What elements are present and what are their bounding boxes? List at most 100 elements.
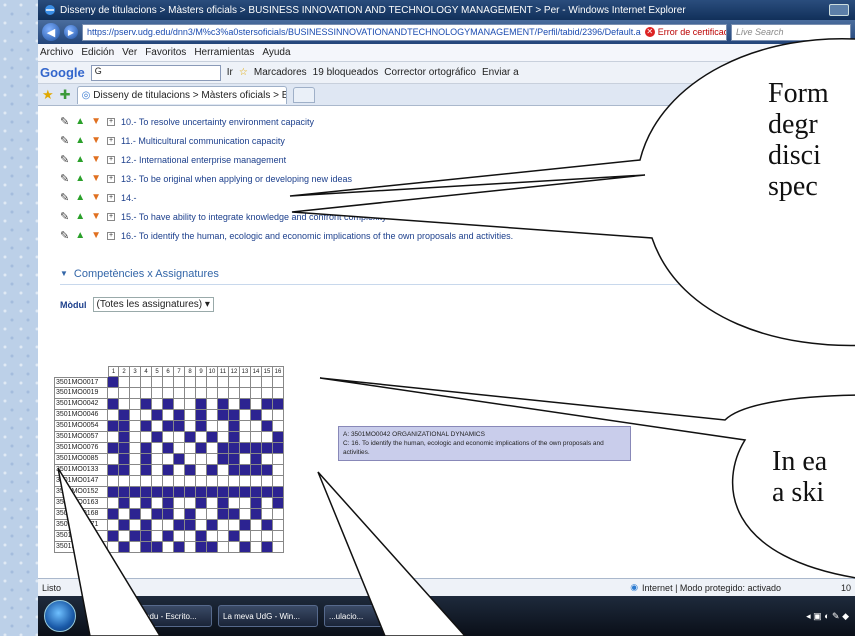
matrix-cell-filled[interactable] bbox=[196, 487, 207, 498]
matrix-cell-filled[interactable] bbox=[251, 498, 262, 509]
matrix-cell-empty[interactable] bbox=[218, 531, 229, 542]
matrix-cell-filled[interactable] bbox=[229, 410, 240, 421]
matrix-cell-filled[interactable] bbox=[141, 520, 152, 531]
matrix-cell-empty[interactable] bbox=[240, 509, 251, 520]
move-down-icon[interactable]: ▼ bbox=[91, 192, 101, 203]
matrix-cell-empty[interactable] bbox=[185, 443, 196, 454]
matrix-cell-empty[interactable] bbox=[251, 520, 262, 531]
matrix-cell-empty[interactable] bbox=[185, 410, 196, 421]
matrix-cell-filled[interactable] bbox=[163, 531, 174, 542]
move-up-icon[interactable]: ▲ bbox=[75, 230, 85, 241]
matrix-cell-empty[interactable] bbox=[196, 377, 207, 388]
matrix-cell-filled[interactable] bbox=[229, 454, 240, 465]
matrix-cell-empty[interactable] bbox=[229, 388, 240, 399]
menu-edicion[interactable]: Edición bbox=[81, 47, 114, 58]
matrix-cell-empty[interactable] bbox=[196, 465, 207, 476]
matrix-cell-empty[interactable] bbox=[207, 421, 218, 432]
matrix-cell-empty[interactable] bbox=[108, 476, 119, 487]
matrix-cell-empty[interactable] bbox=[207, 443, 218, 454]
matrix-cell-empty[interactable] bbox=[207, 399, 218, 410]
send-to-button[interactable]: Enviar a bbox=[482, 67, 519, 78]
matrix-cell-filled[interactable] bbox=[141, 421, 152, 432]
new-tab-button[interactable] bbox=[292, 86, 315, 103]
matrix-cell-empty[interactable] bbox=[163, 520, 174, 531]
matrix-cell-empty[interactable] bbox=[196, 388, 207, 399]
move-down-icon[interactable]: ▼ bbox=[91, 116, 101, 127]
matrix-cell-empty[interactable] bbox=[174, 432, 185, 443]
move-down-icon[interactable]: ▼ bbox=[91, 154, 101, 165]
matrix-cell-filled[interactable] bbox=[130, 509, 141, 520]
matrix-cell-filled[interactable] bbox=[273, 399, 284, 410]
edit-pencil-icon[interactable]: ✎ bbox=[60, 229, 69, 242]
matrix-cell-empty[interactable] bbox=[119, 388, 130, 399]
star-icon[interactable]: ☆ bbox=[239, 67, 248, 78]
matrix-cell-empty[interactable] bbox=[174, 509, 185, 520]
matrix-cell-filled[interactable] bbox=[251, 443, 262, 454]
matrix-cell-empty[interactable] bbox=[207, 454, 218, 465]
competence-label[interactable]: 14.- bbox=[121, 193, 137, 203]
matrix-cell-filled[interactable] bbox=[185, 465, 196, 476]
matrix-cell-empty[interactable] bbox=[240, 421, 251, 432]
menu-favoritos[interactable]: Favoritos bbox=[145, 47, 186, 58]
matrix-cell-filled[interactable] bbox=[229, 465, 240, 476]
expand-plus-icon[interactable]: + bbox=[107, 174, 116, 183]
matrix-cell-filled[interactable] bbox=[141, 531, 152, 542]
competence-label[interactable]: 13.- To be original when applying or dev… bbox=[121, 174, 352, 184]
matrix-cell-empty[interactable] bbox=[262, 476, 273, 487]
matrix-cell-filled[interactable] bbox=[119, 443, 130, 454]
competence-label[interactable]: 15.- To have ability to integrate knowle… bbox=[121, 212, 387, 222]
blocked-popups[interactable]: 19 bloqueados bbox=[313, 67, 379, 78]
matrix-cell-empty[interactable] bbox=[108, 542, 119, 553]
matrix-cell-empty[interactable] bbox=[174, 388, 185, 399]
matrix-cell-filled[interactable] bbox=[229, 487, 240, 498]
menu-herramientas[interactable]: Herramientas bbox=[194, 47, 254, 58]
competence-label[interactable]: 10.- To resolve uncertainty environment … bbox=[121, 117, 314, 127]
matrix-cell-filled[interactable] bbox=[108, 443, 119, 454]
matrix-cell-empty[interactable] bbox=[185, 388, 196, 399]
matrix-cell-empty[interactable] bbox=[174, 399, 185, 410]
menu-ver[interactable]: Ver bbox=[122, 47, 137, 58]
matrix-cell-empty[interactable] bbox=[273, 476, 284, 487]
matrix-cell-empty[interactable] bbox=[196, 520, 207, 531]
move-down-icon[interactable]: ▼ bbox=[91, 135, 101, 146]
matrix-cell-filled[interactable] bbox=[108, 465, 119, 476]
matrix-cell-empty[interactable] bbox=[240, 432, 251, 443]
address-bar[interactable]: https://pserv.udg.edu/dnn3/M%c3%a0sterso… bbox=[82, 23, 727, 41]
matrix-cell-filled[interactable] bbox=[262, 443, 273, 454]
edit-pencil-icon[interactable]: ✎ bbox=[60, 134, 69, 147]
matrix-cell-filled[interactable] bbox=[163, 487, 174, 498]
google-go-button[interactable]: Ir bbox=[227, 67, 233, 78]
matrix-cell-empty[interactable] bbox=[130, 454, 141, 465]
matrix-cell-empty[interactable] bbox=[130, 399, 141, 410]
matrix-cell-empty[interactable] bbox=[207, 410, 218, 421]
matrix-cell-empty[interactable] bbox=[185, 377, 196, 388]
matrix-cell-filled[interactable] bbox=[185, 520, 196, 531]
matrix-cell-empty[interactable] bbox=[251, 377, 262, 388]
matrix-cell-filled[interactable] bbox=[163, 509, 174, 520]
matrix-cell-empty[interactable] bbox=[185, 498, 196, 509]
favorites-star-icon[interactable]: ★ bbox=[42, 87, 54, 103]
matrix-cell-empty[interactable] bbox=[262, 531, 273, 542]
matrix-cell-empty[interactable] bbox=[207, 531, 218, 542]
matrix-cell-empty[interactable] bbox=[119, 531, 130, 542]
matrix-cell-filled[interactable] bbox=[108, 487, 119, 498]
matrix-cell-empty[interactable] bbox=[207, 498, 218, 509]
matrix-cell-filled[interactable] bbox=[251, 509, 262, 520]
matrix-cell-empty[interactable] bbox=[273, 465, 284, 476]
matrix-cell-empty[interactable] bbox=[262, 410, 273, 421]
matrix-cell-empty[interactable] bbox=[130, 410, 141, 421]
matrix-cell-filled[interactable] bbox=[240, 520, 251, 531]
matrix-cell-empty[interactable] bbox=[108, 410, 119, 421]
matrix-cell-empty[interactable] bbox=[152, 454, 163, 465]
matrix-cell-filled[interactable] bbox=[108, 509, 119, 520]
matrix-cell-empty[interactable] bbox=[130, 388, 141, 399]
move-down-icon[interactable]: ▼ bbox=[91, 211, 101, 222]
matrix-cell-empty[interactable] bbox=[163, 410, 174, 421]
matrix-cell-empty[interactable] bbox=[163, 432, 174, 443]
matrix-cell-filled[interactable] bbox=[130, 531, 141, 542]
matrix-cell-empty[interactable] bbox=[207, 388, 218, 399]
matrix-cell-empty[interactable] bbox=[240, 476, 251, 487]
matrix-cell-filled[interactable] bbox=[251, 487, 262, 498]
live-search-input[interactable]: Live Search bbox=[731, 23, 851, 41]
matrix-cell-filled[interactable] bbox=[119, 432, 130, 443]
